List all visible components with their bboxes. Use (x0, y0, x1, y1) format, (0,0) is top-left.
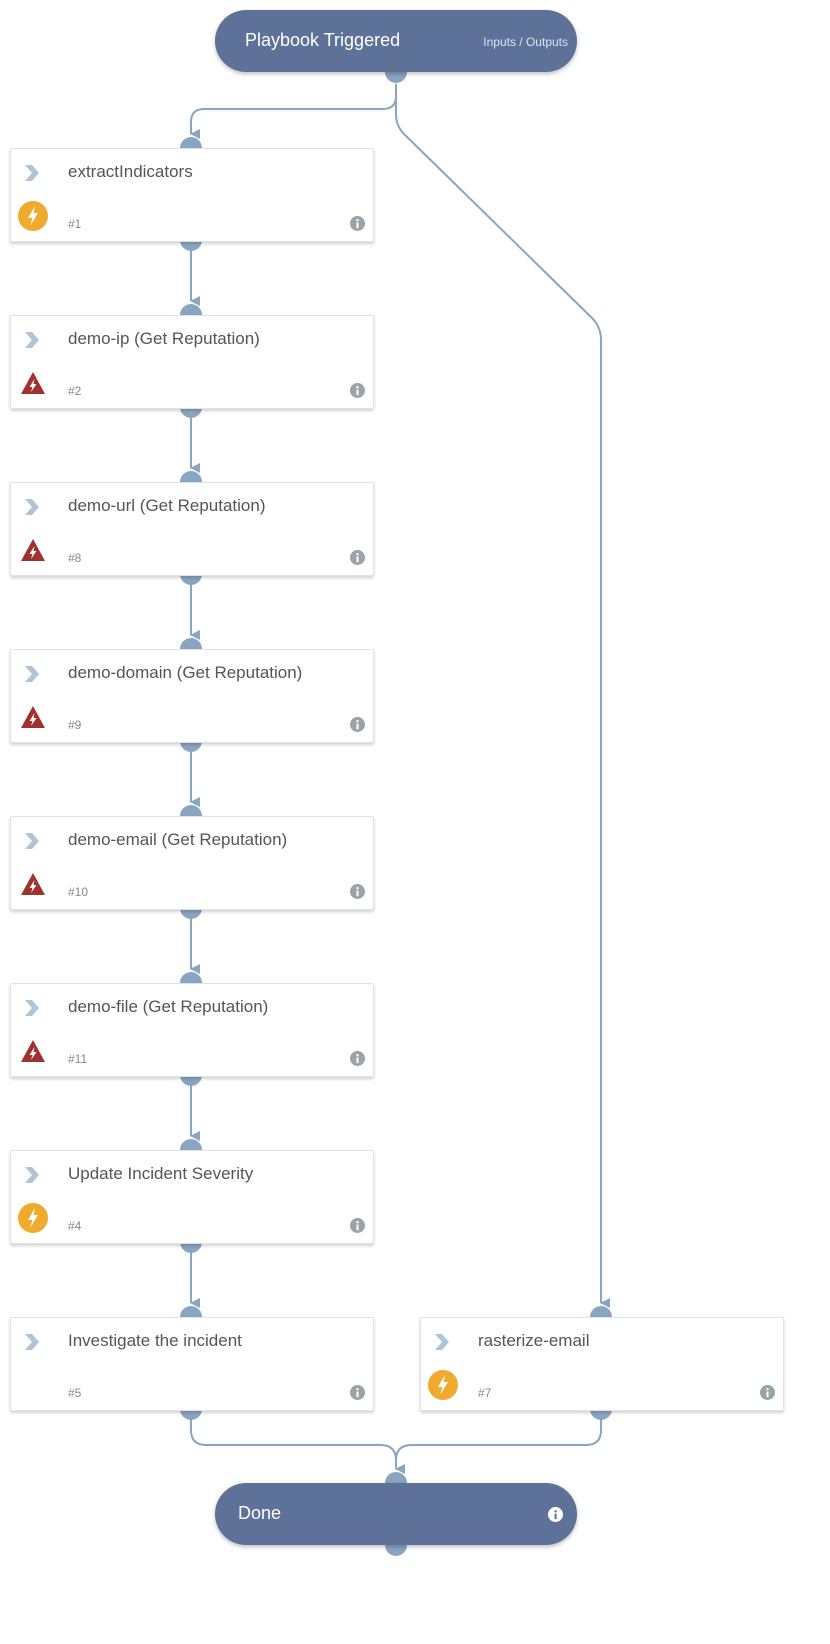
connector-port[interactable] (385, 72, 407, 83)
task-name: demo-url (Get Reputation) (68, 496, 266, 515)
inputs-outputs-link[interactable]: Inputs / Outputs (483, 35, 568, 49)
task-name: demo-domain (Get Reputation) (68, 663, 303, 682)
connector-port[interactable] (180, 638, 202, 649)
connector-port[interactable] (180, 1306, 202, 1317)
info-icon[interactable] (350, 717, 365, 732)
integration-icon (21, 873, 45, 895)
connector-port[interactable] (180, 805, 202, 816)
task-node[interactable]: extractIndicators #1 (10, 148, 374, 242)
connector-port[interactable] (180, 137, 202, 148)
chevron-right-icon (25, 332, 39, 348)
task-name: Investigate the incident (68, 1331, 242, 1350)
task-number: #7 (478, 1386, 492, 1400)
integration-icon (21, 706, 45, 728)
chevron-right-icon (25, 1167, 39, 1183)
connector-port[interactable] (180, 304, 202, 315)
info-icon[interactable] (760, 1385, 775, 1400)
task-number: #10 (68, 885, 89, 899)
chevron-right-icon (435, 1334, 449, 1350)
connector-port[interactable] (180, 972, 202, 983)
edge (395, 84, 610, 1308)
integration-icon (21, 372, 45, 394)
info-icon[interactable] (350, 216, 365, 231)
task-number: #8 (68, 551, 82, 565)
chevron-right-icon (25, 833, 39, 849)
start-node[interactable]: Playbook Triggered Inputs / Outputs (215, 10, 577, 72)
connector-port[interactable] (180, 1139, 202, 1150)
info-icon[interactable] (548, 1507, 563, 1522)
task-number: #4 (68, 1219, 82, 1233)
task-node[interactable]: demo-ip (Get Reputation) #2 (10, 315, 374, 409)
task-name: demo-email (Get Reputation) (68, 830, 288, 849)
task-number: #11 (68, 1052, 88, 1066)
task-number: #2 (68, 384, 82, 398)
info-icon[interactable] (350, 383, 365, 398)
edge (190, 1419, 405, 1474)
chevron-right-icon (25, 1000, 39, 1016)
chevron-right-icon (25, 499, 39, 515)
task-node[interactable]: Investigate the incident #5 (10, 1317, 374, 1411)
task-number: #5 (68, 1386, 82, 1400)
integration-icon (21, 1040, 45, 1062)
task-name: extractIndicators (68, 162, 193, 181)
task-node[interactable]: demo-file (Get Reputation) #11 (10, 983, 374, 1077)
chevron-right-icon (25, 1334, 39, 1350)
integration-icon (21, 539, 45, 561)
task-number: #1 (68, 217, 82, 231)
connector-port[interactable] (385, 1472, 407, 1483)
task-node[interactable]: demo-domain (Get Reputation) #9 (10, 649, 374, 743)
automation-icon (18, 201, 48, 231)
task-name: Update Incident Severity (68, 1164, 254, 1183)
chevron-right-icon (25, 666, 39, 682)
task-node[interactable]: rasterize-email #7 (420, 1317, 784, 1411)
task-name: rasterize-email (478, 1331, 590, 1350)
start-title: Playbook Triggered (245, 30, 401, 50)
connector-port[interactable] (180, 471, 202, 482)
connector-port[interactable] (385, 1545, 407, 1556)
task-node[interactable]: demo-email (Get Reputation) #10 (10, 816, 374, 910)
task-node[interactable]: demo-url (Get Reputation) #8 (10, 482, 374, 576)
task-name: demo-file (Get Reputation) (68, 997, 269, 1016)
end-title: Done (238, 1503, 282, 1523)
info-icon[interactable] (350, 550, 365, 565)
chevron-right-icon (25, 165, 39, 181)
info-icon[interactable] (350, 884, 365, 899)
info-icon[interactable] (350, 1051, 365, 1066)
task-node[interactable]: Update Incident Severity #4 (10, 1150, 374, 1244)
info-icon[interactable] (350, 1385, 365, 1400)
info-icon[interactable] (350, 1218, 365, 1233)
automation-icon (428, 1370, 458, 1400)
edge (395, 1419, 602, 1461)
edge (190, 84, 397, 139)
connector-port[interactable] (590, 1306, 612, 1317)
task-number: #9 (68, 718, 82, 732)
end-node[interactable]: Done (215, 1483, 577, 1545)
automation-icon (18, 1203, 48, 1233)
task-name: demo-ip (Get Reputation) (68, 329, 260, 348)
